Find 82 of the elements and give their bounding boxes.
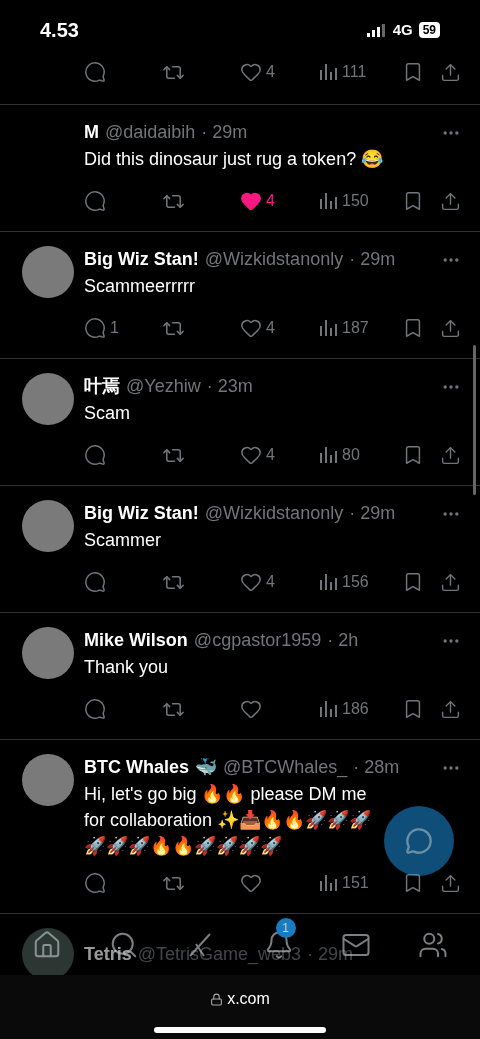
like-icon[interactable] bbox=[240, 190, 262, 212]
author-name[interactable]: Tetris bbox=[84, 940, 132, 968]
like-count: 4 bbox=[266, 445, 275, 465]
author-handle[interactable]: @cgpastor1959 bbox=[193, 627, 322, 654]
share-icon[interactable] bbox=[440, 444, 461, 466]
avatar[interactable] bbox=[22, 754, 74, 806]
network-label: 4G bbox=[392, 19, 413, 40]
view-count: 150 bbox=[342, 191, 369, 211]
view-count: 186 bbox=[342, 699, 369, 719]
like-count: 4 bbox=[266, 191, 275, 211]
author-handle[interactable]: @daidaibih bbox=[105, 119, 196, 146]
tweet-text: Scammer bbox=[84, 529, 162, 552]
reply-icon[interactable] bbox=[84, 872, 106, 894]
views-icon bbox=[318, 191, 338, 211]
like-count: 4 bbox=[266, 572, 275, 592]
avatar[interactable] bbox=[22, 246, 74, 298]
views-icon bbox=[318, 873, 338, 893]
views-icon bbox=[318, 62, 338, 82]
author-name[interactable]: BTC Whales bbox=[84, 754, 189, 781]
author-name[interactable]: M bbox=[84, 119, 99, 146]
tweet-time: · 29m bbox=[201, 121, 248, 144]
reply-count: 1 bbox=[110, 318, 119, 338]
views-icon bbox=[318, 572, 338, 592]
reply-icon[interactable] bbox=[84, 317, 106, 339]
author-handle[interactable]: @Yezhiw bbox=[126, 373, 201, 400]
like-icon[interactable] bbox=[240, 571, 262, 593]
tweet-text: Thank you bbox=[84, 656, 170, 679]
like-icon[interactable] bbox=[240, 317, 262, 339]
signal-icon bbox=[366, 23, 387, 37]
lock-icon bbox=[210, 992, 224, 1006]
avatar[interactable] bbox=[22, 627, 74, 679]
author-handle[interactable]: @Wizkidstanonly bbox=[204, 500, 344, 527]
clock-time: 4.53 bbox=[40, 18, 79, 43]
like-count: 4 bbox=[266, 318, 275, 338]
like-count: 4 bbox=[266, 62, 275, 82]
like-icon[interactable] bbox=[240, 872, 262, 894]
author-name[interactable]: 叶焉 bbox=[84, 373, 120, 400]
view-count: 156 bbox=[342, 572, 369, 592]
tweet-text: Scam bbox=[84, 402, 131, 425]
like-icon[interactable] bbox=[240, 698, 262, 720]
reply-icon[interactable] bbox=[84, 444, 106, 466]
tweet-time: · 28m bbox=[353, 756, 400, 779]
name-emoji: 🐳 bbox=[195, 756, 217, 779]
views-icon bbox=[318, 445, 338, 465]
views-icon bbox=[318, 318, 338, 338]
tweet-time: · 29m bbox=[307, 942, 354, 966]
tweet-time: · 29m bbox=[349, 248, 396, 271]
share-icon[interactable] bbox=[440, 872, 461, 894]
tweet-text: Hi, let's go big 🔥🔥 please DM me for collaboration ✨📥🔥🔥🚀🚀🚀🚀🚀🚀🔥🔥🚀🚀🚀🚀 bbox=[84, 783, 373, 858]
view-count: 111 bbox=[342, 62, 367, 82]
share-icon[interactable] bbox=[440, 571, 461, 593]
author-name[interactable]: Mike Wilson bbox=[84, 627, 188, 654]
avatar[interactable] bbox=[22, 373, 74, 425]
reply-icon[interactable] bbox=[84, 190, 106, 212]
notification-badge: 1 bbox=[275, 917, 296, 938]
author-handle[interactable]: @Wizkidstanonly bbox=[204, 246, 344, 273]
views-icon bbox=[318, 699, 338, 719]
tweet-text: Did this dinosaur just rug a token? 😂 bbox=[84, 148, 385, 171]
battery-level: 59 bbox=[418, 22, 440, 38]
chat-icon bbox=[405, 827, 433, 855]
avatar[interactable] bbox=[22, 500, 74, 552]
share-icon[interactable] bbox=[440, 698, 461, 720]
share-icon[interactable] bbox=[440, 61, 461, 83]
reply-icon[interactable] bbox=[84, 698, 106, 720]
like-icon[interactable] bbox=[240, 61, 262, 83]
author-name[interactable]: Big Wiz Stan! bbox=[84, 500, 199, 527]
share-icon[interactable] bbox=[440, 317, 461, 339]
reply-icon[interactable] bbox=[84, 61, 106, 83]
share-icon[interactable] bbox=[440, 190, 461, 212]
author-name[interactable]: Big Wiz Stan! bbox=[84, 246, 199, 273]
reply-icon[interactable] bbox=[84, 571, 106, 593]
author-handle[interactable]: @BTCWhales_ bbox=[223, 754, 348, 781]
tweet-time: · 2h bbox=[327, 629, 359, 652]
view-count: 80 bbox=[342, 445, 360, 465]
tweet-time: · 29m bbox=[349, 502, 396, 525]
like-icon[interactable] bbox=[240, 444, 262, 466]
view-count: 187 bbox=[342, 318, 369, 338]
url-text[interactable]: x.com bbox=[227, 987, 270, 1011]
tweet-text: Scammeerrrrr bbox=[84, 275, 196, 298]
avatar[interactable] bbox=[22, 928, 74, 975]
view-count: 151 bbox=[342, 873, 369, 893]
tweet-time: · 23m bbox=[206, 375, 253, 398]
